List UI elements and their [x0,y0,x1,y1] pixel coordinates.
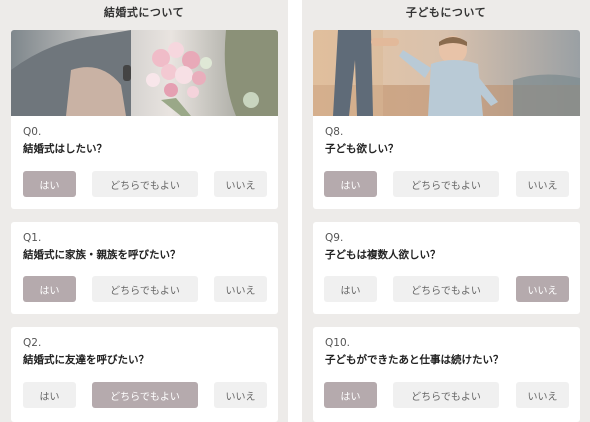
wedding-bouquet-image [11,30,278,116]
parent-and-child-image [313,30,580,116]
question-card-q9: Q9. 子どもは複数人欲しい？ はい どちらでもよい いいえ [313,222,580,314]
question-number: Q8. [325,126,344,138]
question-number: Q10. [325,337,350,349]
answer-yes-button[interactable]: はい [324,276,377,302]
question-number: Q0. [23,126,42,138]
panel-title: 結婚式について [103,6,185,19]
question-text: 子どもは複数人欲しい？ [325,249,441,261]
question-card-q1: Q1. 結婚式に家族・親族を呼びたい？ はい どちらでもよい いいえ [11,222,278,314]
question-number: Q9. [325,232,344,244]
question-text: 結婚式に家族・親族を呼びたい？ [23,249,181,261]
answer-yes-button[interactable]: はい [324,171,377,197]
answer-no-button[interactable]: いいえ [516,276,569,302]
question-card-q0: Q0. 結婚式はしたい？ はい どちらでもよい いいえ [11,30,278,209]
answer-yes-button[interactable]: はい [23,276,76,302]
question-text: 結婚式はしたい？ [23,143,107,155]
question-card-q2: Q2. 結婚式に友達を呼びたい？ はい どちらでもよい いいえ [11,327,278,422]
answer-no-button[interactable]: いいえ [516,382,569,408]
answer-no-button[interactable]: いいえ [516,171,569,197]
answer-either-button[interactable]: どちらでもよい [393,382,499,408]
answer-no-button[interactable]: いいえ [214,276,267,302]
answer-either-button[interactable]: どちらでもよい [92,171,198,197]
question-number: Q2. [23,337,42,349]
answer-no-button[interactable]: いいえ [214,171,267,197]
answer-yes-button[interactable]: はい [23,382,76,408]
question-text: 子ども欲しい？ [325,143,399,155]
question-card-q10: Q10. 子どもができたあと仕事は続けたい？ はい どちらでもよい いいえ [313,327,580,422]
wedding-questions-panel: 結婚式について Q0. 結婚式はしたい？ はい どちらでもよい いいえ Q1. … [0,0,288,422]
question-number: Q1. [23,232,42,244]
answer-either-button[interactable]: どちらでもよい [92,276,198,302]
answer-yes-button[interactable]: はい [324,382,377,408]
children-questions-panel: 子どもについて Q8. 子ども欲しい？ はい どちらでもよい いいえ Q9. 子… [302,0,590,422]
answer-yes-button[interactable]: はい [23,171,76,197]
question-text: 子どもができたあと仕事は続けたい？ [325,354,504,366]
answer-no-button[interactable]: いいえ [214,382,267,408]
question-card-q8: Q8. 子ども欲しい？ はい どちらでもよい いいえ [313,30,580,209]
answer-either-button[interactable]: どちらでもよい [393,276,499,302]
panel-title: 子どもについて [405,6,487,19]
answer-either-button[interactable]: どちらでもよい [393,171,499,197]
question-text: 結婚式に友達を呼びたい？ [23,354,149,366]
answer-either-button[interactable]: どちらでもよい [92,382,198,408]
